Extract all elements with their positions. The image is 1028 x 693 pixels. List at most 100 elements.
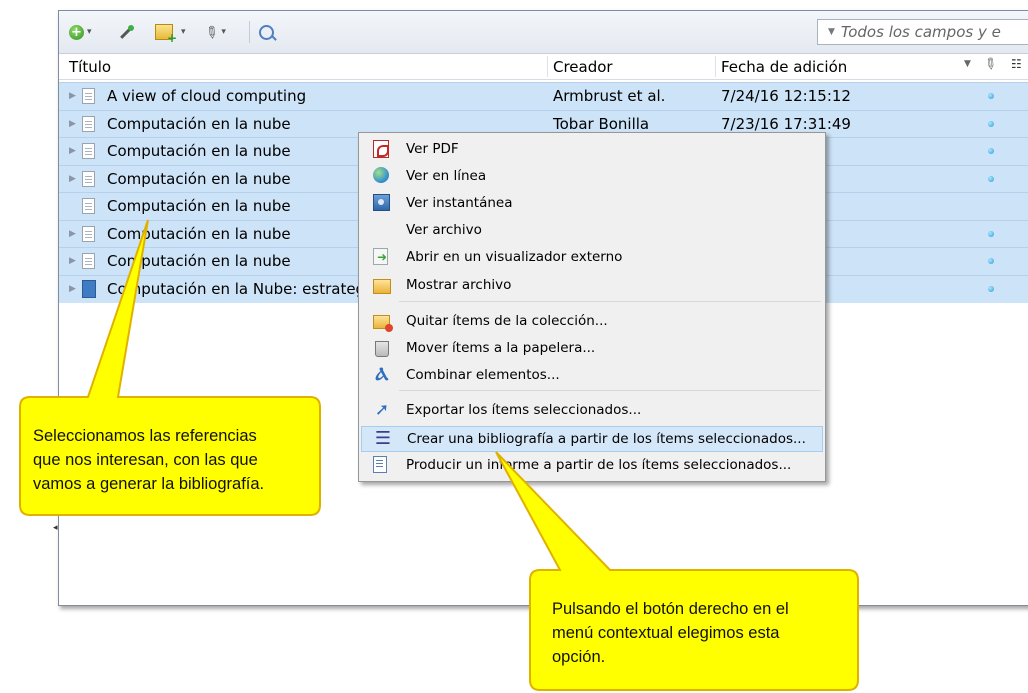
menu-item-quitar-items-de[interactable]: Quitar ítems de la colección... bbox=[361, 309, 823, 333]
menu-item-label: Combinar elementos... bbox=[406, 367, 560, 383]
callout-right-line: menú contextual elegimos esta bbox=[552, 624, 780, 642]
item-title: Computación en la nube bbox=[107, 169, 291, 188]
item-title: Computación en la nube bbox=[107, 197, 291, 215]
menu-item-crear-una-bibliografia[interactable]: ☰ Crear una bibliografía a partir de los … bbox=[361, 426, 823, 452]
document-icon bbox=[82, 88, 95, 104]
remove-from-collection-icon bbox=[373, 315, 393, 332]
search-field[interactable]: ▼ bbox=[817, 19, 1028, 45]
search-mode-dropdown-icon[interactable]: ▼ bbox=[828, 27, 835, 37]
sort-arrow-icon: ▼ bbox=[964, 59, 971, 69]
advanced-search-button[interactable] bbox=[259, 22, 274, 42]
new-item-button[interactable]: + ▾ bbox=[69, 22, 92, 42]
item-creator: Tobar Bonilla bbox=[553, 114, 650, 133]
menu-item-label: Abrir en un visualizador externo bbox=[406, 249, 623, 265]
document-icon bbox=[82, 115, 95, 132]
menu-item-mostrar-archivo[interactable]: Mostrar archivo bbox=[361, 273, 823, 297]
item-title: Computación en la nube bbox=[107, 114, 291, 133]
external-viewer-icon bbox=[373, 248, 388, 265]
new-note-icon bbox=[155, 24, 177, 45]
dropdown-arrow-icon: ▾ bbox=[181, 27, 186, 37]
pdf-icon bbox=[373, 140, 389, 158]
expand-twisty-icon[interactable]: ▶ bbox=[69, 146, 76, 156]
add-by-identifier-button[interactable] bbox=[117, 22, 135, 42]
table-row[interactable]: ▶ A view of cloud computing Armbrust et al… bbox=[59, 82, 1028, 110]
menu-item-ver-instantanea[interactable]: Ver instantánea bbox=[361, 191, 823, 215]
menu-item-label: Quitar ítems de la colección... bbox=[406, 313, 608, 329]
callout-left: Seleccionamos las referencias que nos in… bbox=[33, 424, 264, 496]
callout-right-line: Pulsando el botón derecho en el bbox=[552, 600, 789, 618]
bibliography-icon: ☰ bbox=[374, 428, 392, 449]
table-header: Título Creador Fecha de adición ▼ ✎ ☷ bbox=[59, 53, 1028, 80]
menu-separator bbox=[399, 301, 821, 302]
expand-twisty-icon[interactable]: ▶ bbox=[69, 174, 76, 184]
menu-separator bbox=[399, 390, 821, 391]
attachment-status-icon[interactable] bbox=[988, 175, 994, 182]
callout-left-line: vamos a generar la bibliografía. bbox=[33, 475, 265, 493]
menu-item-label: Ver PDF bbox=[406, 141, 459, 157]
menu-item-mover-items-a[interactable]: Mover ítems a la papelera... bbox=[361, 336, 823, 360]
callout-right-line: opción. bbox=[552, 648, 606, 666]
column-date-added[interactable]: Fecha de adición bbox=[721, 58, 847, 76]
menu-item-ver-en-linea[interactable]: Ver en línea bbox=[361, 164, 823, 188]
menu-item-label: Producir un informe a partir de los ítem… bbox=[406, 457, 792, 473]
column-divider[interactable] bbox=[547, 56, 548, 77]
toolbar: + ▾ ▾ ✎ ▾ ▼ bbox=[59, 11, 1028, 54]
expand-twisty-icon[interactable]: ▶ bbox=[69, 284, 76, 294]
menu-item-exportar-los-items[interactable]: ➚ Exportar los ítems seleccionados... bbox=[361, 398, 823, 422]
column-divider[interactable] bbox=[715, 56, 716, 77]
attachment-column-icon[interactable]: ✎ bbox=[980, 53, 1001, 75]
column-title[interactable]: Título bbox=[69, 58, 111, 76]
attachment-status-icon[interactable] bbox=[988, 120, 994, 127]
callout-left-line: que nos interesan, con las que bbox=[33, 451, 258, 469]
globe-icon bbox=[373, 167, 389, 183]
menu-item-label: Ver instantánea bbox=[406, 195, 513, 211]
menu-item-label: Exportar los ítems seleccionados... bbox=[406, 402, 642, 418]
merge-icon: Ⲁ bbox=[375, 364, 389, 385]
callout-right: Pulsando el botón derecho en el menú con… bbox=[552, 597, 789, 669]
document-icon bbox=[82, 253, 95, 269]
menu-item-producir-un-informe[interactable]: Producir un informe a partir de los ítem… bbox=[361, 453, 823, 477]
splitter-handle-icon[interactable]: ◂ bbox=[53, 523, 58, 533]
item-date-added: 7/24/16 12:15:12 bbox=[721, 87, 851, 105]
attachment-status-icon[interactable] bbox=[988, 285, 994, 292]
menu-item-label: Ver en línea bbox=[406, 168, 487, 184]
item-title: A view of cloud computing bbox=[107, 87, 307, 105]
toolbar-separator bbox=[249, 21, 250, 43]
new-note-button[interactable]: ▾ bbox=[155, 22, 186, 45]
item-creator: Armbrust et al. bbox=[553, 87, 666, 105]
report-icon bbox=[373, 456, 387, 473]
expand-twisty-icon[interactable]: ▶ bbox=[69, 119, 76, 129]
attachment-status-icon[interactable] bbox=[988, 148, 994, 154]
attachment-status-icon[interactable] bbox=[988, 93, 994, 99]
book-icon bbox=[82, 279, 96, 298]
attachment-status-icon[interactable] bbox=[988, 230, 994, 237]
export-icon: ➚ bbox=[374, 400, 390, 420]
search-input[interactable] bbox=[840, 23, 1011, 41]
expand-twisty-icon[interactable]: ▶ bbox=[69, 229, 76, 239]
menu-item-combinar-elementos[interactable]: Ⲁ Combinar elementos... bbox=[361, 363, 823, 387]
document-icon bbox=[82, 225, 95, 242]
menu-item-abrir-en-un[interactable]: Abrir en un visualizador externo bbox=[361, 245, 823, 269]
document-icon bbox=[82, 198, 95, 214]
magic-wand-icon bbox=[117, 23, 135, 41]
trash-icon bbox=[375, 341, 389, 357]
item-title: Computación en la nube bbox=[107, 142, 291, 160]
add-attachment-button[interactable]: ✎ ▾ bbox=[200, 20, 225, 43]
expand-twisty-icon[interactable]: ▶ bbox=[69, 91, 76, 101]
attachment-icon: ✎ bbox=[200, 20, 223, 44]
menu-item-ver-archivo[interactable]: Ver archivo bbox=[361, 218, 823, 242]
callout-left-line: Seleccionamos las referencias bbox=[33, 427, 257, 445]
document-icon bbox=[82, 170, 95, 187]
expand-twisty-icon[interactable]: ▶ bbox=[69, 256, 76, 266]
menu-item-label: Ver archivo bbox=[406, 222, 482, 238]
column-picker-icon[interactable]: ☷ bbox=[1011, 57, 1022, 71]
column-creator[interactable]: Creador bbox=[553, 58, 613, 76]
item-date-added: 7/23/16 17:31:49 bbox=[721, 114, 851, 133]
folder-icon bbox=[373, 279, 391, 294]
menu-item-label: Mostrar archivo bbox=[406, 277, 512, 293]
attachment-status-icon[interactable] bbox=[988, 258, 994, 264]
menu-item-ver-pdf[interactable]: Ver PDF bbox=[361, 137, 823, 161]
document-icon bbox=[82, 143, 95, 159]
search-icon bbox=[259, 24, 274, 40]
dropdown-arrow-icon: ▾ bbox=[87, 27, 92, 37]
